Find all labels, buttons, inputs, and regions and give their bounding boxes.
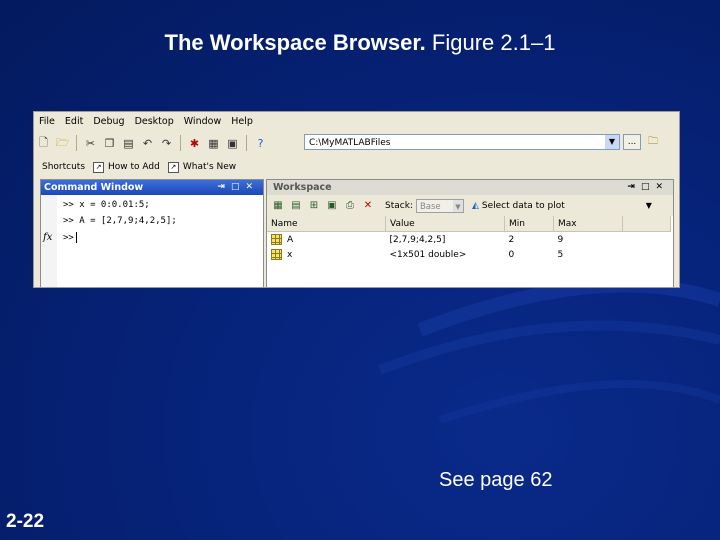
redo-icon[interactable]: ↷: [158, 135, 175, 152]
slide-title: The Workspace Browser. Figure 2.1–1: [0, 30, 720, 56]
save-icon[interactable]: ▣: [325, 199, 339, 213]
matrix-icon: [271, 234, 282, 245]
shortcuts-toolbar: Shortcuts ↗ How to Add ↗ What's New: [34, 158, 679, 176]
command-window[interactable]: Command Window ⇥□✕ >> x = 0:0.01:5; >> A…: [40, 179, 264, 287]
slide-title-figure: Figure 2.1–1: [431, 30, 556, 55]
variable-min-cell: 0: [508, 249, 515, 260]
column-header-name[interactable]: Name: [267, 216, 386, 232]
cut-icon[interactable]: ✂: [82, 135, 99, 152]
current-directory-value: C:\MyMATLABFiles: [309, 138, 391, 148]
matrix-icon: [271, 249, 282, 260]
chevron-down-icon[interactable]: ▼: [605, 135, 619, 149]
paste-icon[interactable]: ▤: [120, 135, 137, 152]
chevron-down-icon[interactable]: ▼: [646, 199, 652, 213]
chevron-down-icon[interactable]: ▼: [452, 199, 463, 212]
slide-number: 2-22: [6, 511, 45, 532]
command-line: >> x = 0:0.01:5;: [63, 200, 150, 210]
variables-table: Name Value Min Max A [2,7,9;4,2,5] 2 9 x: [267, 216, 671, 262]
plot-icon: ◭: [471, 200, 479, 211]
plot-label: Select data to plot: [481, 200, 565, 211]
window-controls[interactable]: ⇥□✕: [217, 180, 259, 195]
fx-icon[interactable]: fx: [43, 232, 52, 243]
stack-value: Base: [419, 201, 441, 212]
browse-directory-button[interactable]: ...: [623, 134, 641, 150]
variable-value-cell: <1x501 double>: [389, 249, 467, 260]
see-page-note: See page 62: [439, 469, 553, 491]
column-header-min[interactable]: Min: [504, 216, 554, 232]
print-icon[interactable]: ⎙: [343, 199, 357, 213]
copy-icon[interactable]: ❐: [101, 135, 118, 152]
shortcuts-label: Shortcuts: [42, 162, 86, 172]
variable-name-cell: A: [267, 232, 386, 248]
shortcut-whats-new[interactable]: ↗ What's New: [167, 161, 236, 173]
workspace-title: Workspace: [273, 182, 332, 193]
variable-min-cell: 2: [508, 234, 515, 245]
toolbar-separator: [76, 135, 77, 151]
new-file-icon[interactable]: 🗋: [35, 135, 52, 152]
import-data-icon[interactable]: ⊞: [307, 199, 321, 213]
stack-select[interactable]: Base ▼: [415, 198, 464, 213]
command-line: >> A = [2,7,9;4,2,5];: [63, 216, 177, 226]
shortcut-icon: ↗: [167, 161, 179, 173]
command-prompt[interactable]: >>: [63, 232, 77, 243]
text-cursor: [75, 232, 77, 243]
column-header-max[interactable]: Max: [553, 216, 623, 232]
up-folder-icon[interactable]: 🗀: [644, 134, 662, 150]
current-directory-field[interactable]: C:\MyMATLABFiles ▼: [304, 134, 620, 150]
menu-bar: File Edit Debug Desktop Window Help: [34, 112, 679, 130]
window-controls[interactable]: ⇥□✕: [627, 180, 669, 195]
simulink-icon[interactable]: ✱: [186, 135, 203, 152]
workspace-browser: Workspace ⇥□✕ ▦ ▤ ⊞ ▣ ⎙ ✕ Stack: Base ▼ …: [266, 179, 674, 287]
command-window-title: Command Window: [44, 182, 144, 193]
column-header-value[interactable]: Value: [385, 216, 505, 232]
variable-value-cell: [2,7,9;4,2,5]: [389, 234, 446, 245]
open-folder-icon[interactable]: 🗁: [54, 135, 71, 152]
column-header-empty: [622, 216, 671, 232]
toolbar-separator: [180, 135, 181, 151]
workspace-titlebar: Workspace ⇥□✕: [267, 180, 673, 195]
profiler-icon[interactable]: ▣: [224, 135, 241, 152]
toolbar-separator: [246, 135, 247, 151]
guide-icon[interactable]: ▦: [205, 135, 222, 152]
open-selection-icon[interactable]: ▤: [289, 199, 303, 213]
variable-max-cell: 5: [557, 249, 564, 260]
menu-desktop[interactable]: Desktop: [130, 116, 179, 127]
new-variable-icon[interactable]: ▦: [271, 199, 285, 213]
variable-max-cell: 9: [557, 234, 564, 245]
command-window-body[interactable]: >> x = 0:0.01:5; >> A = [2,7,9;4,2,5]; >…: [41, 195, 263, 287]
table-header-row: Name Value Min Max: [267, 216, 671, 232]
variable-name-cell: x: [267, 247, 386, 262]
help-icon[interactable]: ?: [252, 135, 269, 152]
stack-label: Stack:: [385, 200, 413, 211]
command-window-titlebar: Command Window ⇥□✕: [41, 180, 263, 195]
workspace-toolbar: ▦ ▤ ⊞ ▣ ⎙ ✕ Stack: Base ▼ ◭ Select data …: [267, 195, 673, 216]
table-row[interactable]: A [2,7,9;4,2,5] 2 9: [267, 232, 671, 248]
menu-window[interactable]: Window: [179, 116, 226, 127]
plot-selector[interactable]: ◭ Select data to plot ▼: [472, 199, 652, 213]
delete-icon[interactable]: ✕: [361, 199, 375, 213]
matlab-desktop-screenshot: File Edit Debug Desktop Window Help 🗋 🗁 …: [33, 111, 680, 288]
menu-debug[interactable]: Debug: [88, 116, 129, 127]
menu-edit[interactable]: Edit: [60, 116, 88, 127]
shortcut-how-to-add[interactable]: ↗ How to Add: [93, 161, 160, 173]
table-row[interactable]: x <1x501 double> 0 5: [267, 247, 671, 262]
undo-icon[interactable]: ↶: [139, 135, 156, 152]
slide-title-bold: The Workspace Browser.: [164, 30, 426, 55]
menu-help[interactable]: Help: [226, 116, 258, 127]
shortcut-icon: ↗: [93, 161, 105, 173]
menu-file[interactable]: File: [34, 116, 60, 127]
